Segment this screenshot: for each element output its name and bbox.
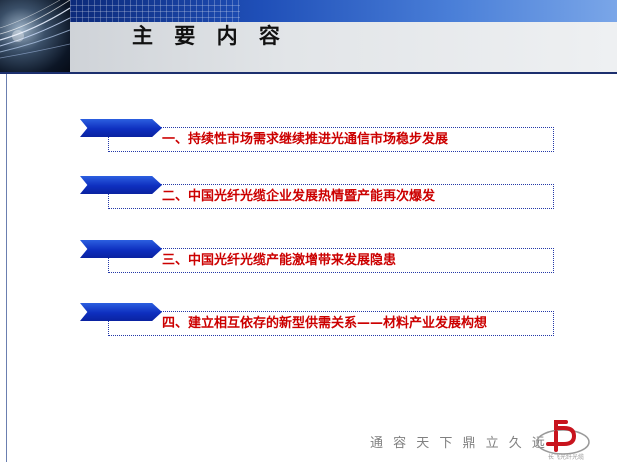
arrow-icon bbox=[80, 119, 162, 137]
slide-header: 主 要 内 容 bbox=[0, 0, 617, 74]
arrow-icon bbox=[80, 240, 162, 258]
content-item-3: 三、中国光纤光缆产能激增带来发展隐患 bbox=[80, 240, 555, 276]
item-label: 二、中国光纤光缆企业发展热情暨产能再次爆发 bbox=[162, 189, 436, 204]
item-label: 四、建立相互依存的新型供需关系——材料产业发展构想 bbox=[162, 316, 488, 331]
content-item-2: 二、中国光纤光缆企业发展热情暨产能再次爆发 bbox=[80, 176, 555, 212]
left-margin-rule bbox=[6, 74, 7, 462]
fiber-optic-photo bbox=[0, 0, 70, 74]
content-item-1: 一、持续性市场需求继续推进光通信市场稳步发展 bbox=[80, 119, 555, 155]
item-label: 三、中国光纤光缆产能激增带来发展隐患 bbox=[162, 253, 397, 268]
item-label: 一、持续性市场需求继续推进光通信市场稳步发展 bbox=[162, 132, 449, 147]
header-grid-pattern bbox=[70, 0, 240, 22]
page-title: 主 要 内 容 bbox=[132, 24, 287, 48]
fiber-strands-icon bbox=[0, 0, 70, 59]
header-divider bbox=[0, 72, 617, 74]
logo-caption: 长飞光纤光缆 bbox=[548, 454, 585, 461]
content-item-4: 四、建立相互依存的新型供需关系——材料产业发展构想 bbox=[80, 303, 555, 339]
arrow-icon bbox=[80, 303, 162, 321]
arrow-icon bbox=[80, 176, 162, 194]
footer-slogan: 通 容 天 下 鼎 立 久 远 bbox=[370, 436, 548, 451]
